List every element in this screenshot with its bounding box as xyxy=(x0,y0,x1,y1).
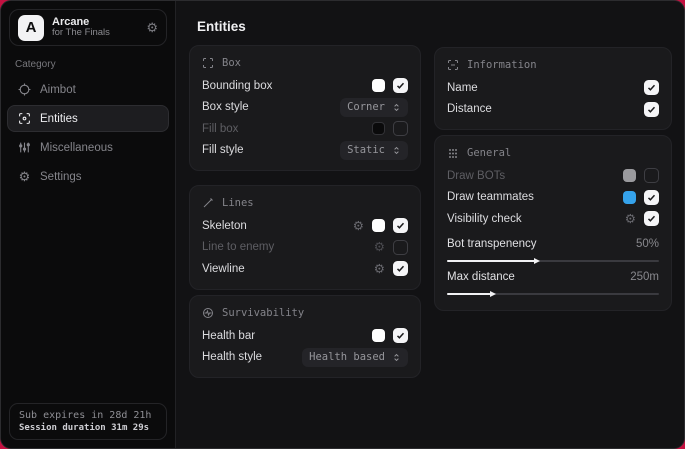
max-distance-slider[interactable] xyxy=(447,293,659,295)
setting-row-visibility-check: Visibility check ⚙ xyxy=(447,208,659,230)
gear-icon[interactable]: ⚙ xyxy=(374,241,385,254)
card-title: General xyxy=(467,147,511,159)
pencil-line-icon xyxy=(202,197,214,209)
card-title: Box xyxy=(222,57,241,69)
box-card: Box Bounding box Box style Corner xyxy=(189,45,421,171)
bot-transparency-slider[interactable] xyxy=(447,260,659,262)
lines-card: Lines Skeleton ⚙ Line to enemy ⚙ Viewlin… xyxy=(189,185,421,290)
box-select-icon xyxy=(202,57,214,69)
checkbox-checked[interactable] xyxy=(644,80,659,95)
setting-row-name: Name xyxy=(447,77,659,99)
checkbox-unchecked[interactable] xyxy=(393,240,408,255)
slider-fill xyxy=(447,293,492,295)
color-swatch[interactable] xyxy=(372,79,385,92)
card-title: Information xyxy=(467,59,537,71)
session-duration-text: Session duration 31m 29s xyxy=(19,423,157,433)
setting-row-draw-teammates: Draw teammates xyxy=(447,187,659,209)
setting-row-viewline: Viewline ⚙ xyxy=(202,258,408,280)
checkbox-checked[interactable] xyxy=(393,78,408,93)
bot-transparency-slider-group: Bot transpenency 50% xyxy=(447,235,659,262)
checkbox-checked[interactable] xyxy=(393,261,408,276)
color-swatch[interactable] xyxy=(372,122,385,135)
scan-eye-icon xyxy=(18,112,31,125)
sidebar-item-miscellaneous[interactable]: Miscellaneous xyxy=(7,134,169,161)
setting-row-draw-bots: Draw BOTs xyxy=(447,165,659,187)
sidebar-item-aimbot[interactable]: Aimbot xyxy=(7,76,169,103)
slider-thumb[interactable] xyxy=(534,258,540,264)
chevrons-up-down-icon xyxy=(392,353,401,362)
subscription-info-card: Sub expires in 28d 21h Session duration … xyxy=(9,403,167,440)
setting-row-fill-style: Fill style Static xyxy=(202,140,408,162)
app-window: A Arcane for The Finals ⚙ Category Aimbo… xyxy=(0,0,685,449)
gear-icon[interactable]: ⚙ xyxy=(146,21,158,34)
setting-row-box-style: Box style Corner xyxy=(202,97,408,119)
setting-row-distance: Distance xyxy=(447,99,659,121)
sidebar-nav: Aimbot Entities Miscellaneous ⚙ Settings xyxy=(1,76,175,190)
setting-row-health-bar: Health bar xyxy=(202,325,408,347)
box-style-select[interactable]: Corner xyxy=(340,98,408,117)
card-title: Survivability xyxy=(222,307,304,319)
color-swatch[interactable] xyxy=(372,219,385,232)
slider-value: 250m xyxy=(630,271,659,283)
checkbox-checked[interactable] xyxy=(393,328,408,343)
checkbox-checked[interactable] xyxy=(644,102,659,117)
app-logo-card: A Arcane for The Finals ⚙ xyxy=(9,9,167,46)
max-distance-slider-group: Max distance 250m xyxy=(447,268,659,295)
setting-row-fill-box: Fill box xyxy=(202,118,408,140)
gear-icon[interactable]: ⚙ xyxy=(625,213,636,226)
chevrons-up-down-icon xyxy=(392,146,401,155)
sidebar: A Arcane for The Finals ⚙ Category Aimbo… xyxy=(1,1,176,448)
sidebar-item-label: Settings xyxy=(40,171,82,183)
card-title: Lines xyxy=(222,197,254,209)
slider-fill xyxy=(447,260,536,262)
slider-label: Max distance xyxy=(447,271,515,283)
app-subtitle: for The Finals xyxy=(52,28,110,39)
color-swatch[interactable] xyxy=(623,169,636,182)
gear-icon[interactable]: ⚙ xyxy=(353,220,364,233)
checkbox-checked[interactable] xyxy=(393,218,408,233)
slider-label: Bot transpenency xyxy=(447,238,537,250)
gear-icon[interactable]: ⚙ xyxy=(374,263,385,276)
checkbox-unchecked[interactable] xyxy=(644,168,659,183)
sidebar-item-label: Miscellaneous xyxy=(40,142,113,154)
information-card: Information Name Distance xyxy=(434,47,672,130)
checkbox-checked[interactable] xyxy=(644,190,659,205)
slider-value: 50% xyxy=(636,238,659,250)
scan-info-icon xyxy=(447,59,459,71)
survivability-card: Survivability Health bar Health style He… xyxy=(189,295,421,378)
sidebar-item-settings[interactable]: ⚙ Settings xyxy=(7,163,169,190)
category-label: Category xyxy=(15,59,175,70)
gear-icon: ⚙ xyxy=(18,170,31,183)
grid-icon xyxy=(447,147,459,159)
setting-row-health-style: Health style Health based xyxy=(202,347,408,369)
setting-row-line-to-enemy: Line to enemy ⚙ xyxy=(202,237,408,259)
sidebar-item-label: Entities xyxy=(40,113,78,125)
app-logo: A xyxy=(18,15,44,41)
chevrons-up-down-icon xyxy=(392,103,401,112)
slider-thumb[interactable] xyxy=(490,291,496,297)
color-swatch[interactable] xyxy=(623,191,636,204)
sliders-icon xyxy=(18,141,31,154)
main-content: Entities Box Bounding box Box style xyxy=(176,1,684,448)
health-style-select[interactable]: Health based xyxy=(302,348,408,367)
sidebar-item-entities[interactable]: Entities xyxy=(7,105,169,132)
crosshair-icon xyxy=(18,83,31,96)
color-swatch[interactable] xyxy=(372,329,385,342)
heart-pulse-icon xyxy=(202,307,214,319)
general-card: General Draw BOTs Draw teammates Visibil… xyxy=(434,135,672,311)
fill-style-select[interactable]: Static xyxy=(340,141,408,160)
page-title: Entities xyxy=(197,19,246,34)
setting-row-skeleton: Skeleton ⚙ xyxy=(202,215,408,237)
setting-row-bounding-box: Bounding box xyxy=(202,75,408,97)
checkbox-unchecked[interactable] xyxy=(393,121,408,136)
sub-expiry-text: Sub expires in 28d 21h xyxy=(19,410,157,421)
sidebar-item-label: Aimbot xyxy=(40,84,76,96)
checkbox-checked[interactable] xyxy=(644,211,659,226)
